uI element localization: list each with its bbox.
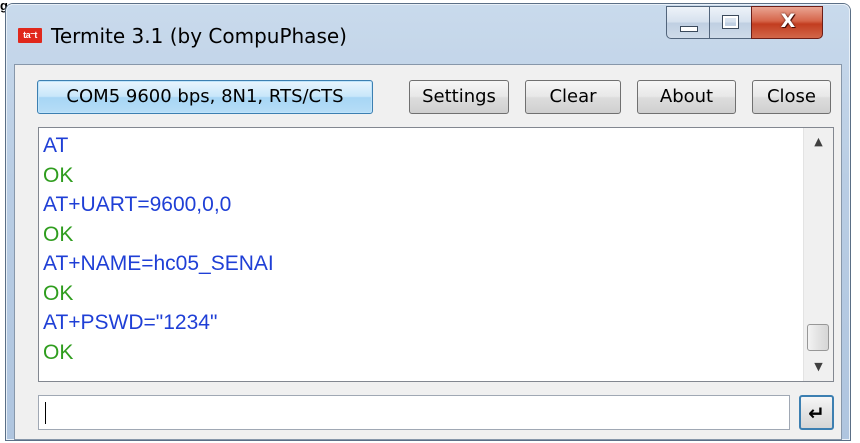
terminal-line-sent: AT+NAME=hc05_SENAI — [43, 252, 274, 275]
terminal-line-received: OK — [43, 281, 74, 305]
client-area: COM5 9600 bps, 8N1, RTS/CTS Settings Cle… — [14, 64, 842, 440]
settings-button[interactable]: Settings — [409, 80, 509, 114]
close-icon: X — [780, 10, 796, 32]
terminal-line-received: OK — [43, 340, 74, 364]
minimize-icon — [680, 26, 698, 32]
minimize-button[interactable] — [666, 6, 710, 39]
terminal-lines: AT OK AT+UART=9600,0,0 OK AT+NAME=hc05_S… — [43, 131, 274, 367]
maximize-icon — [722, 15, 739, 29]
terminal-line-sent: AT+UART=9600,0,0 — [43, 193, 232, 216]
scrollbar-thumb[interactable] — [807, 324, 829, 351]
title-bar[interactable]: ta⁻t Termite 3.1 (by CompuPhase) X — [6, 4, 850, 64]
command-input[interactable] — [38, 395, 790, 430]
clear-button[interactable]: Clear — [525, 80, 621, 114]
window-close-button[interactable]: X — [751, 6, 823, 39]
termite-app-icon[interactable]: ta⁻t — [18, 28, 42, 43]
termite-window: ta⁻t Termite 3.1 (by CompuPhase) X COM5 … — [6, 4, 850, 440]
enter-icon: ↵ — [808, 401, 825, 425]
close-button[interactable]: Close — [752, 80, 831, 114]
terminal-line-sent: AT — [43, 134, 69, 157]
vertical-scrollbar[interactable]: ▲ ▼ — [803, 128, 833, 381]
terminal-line-received: OK — [43, 163, 74, 187]
terminal-line-sent: AT+PSWD="1234" — [43, 311, 218, 334]
about-button[interactable]: About — [637, 80, 736, 114]
text-caret — [45, 402, 46, 424]
port-settings-button[interactable]: COM5 9600 bps, 8N1, RTS/CTS — [37, 80, 373, 114]
scroll-down-arrow-icon[interactable]: ▼ — [804, 353, 833, 381]
maximize-button[interactable] — [709, 6, 752, 39]
terminal-line-received: OK — [43, 222, 74, 246]
terminal-output[interactable]: AT OK AT+UART=9600,0,0 OK AT+NAME=hc05_S… — [38, 127, 834, 382]
window-title: Termite 3.1 (by CompuPhase) — [51, 24, 347, 48]
scroll-up-arrow-icon[interactable]: ▲ — [804, 128, 833, 156]
send-button[interactable]: ↵ — [799, 395, 834, 430]
